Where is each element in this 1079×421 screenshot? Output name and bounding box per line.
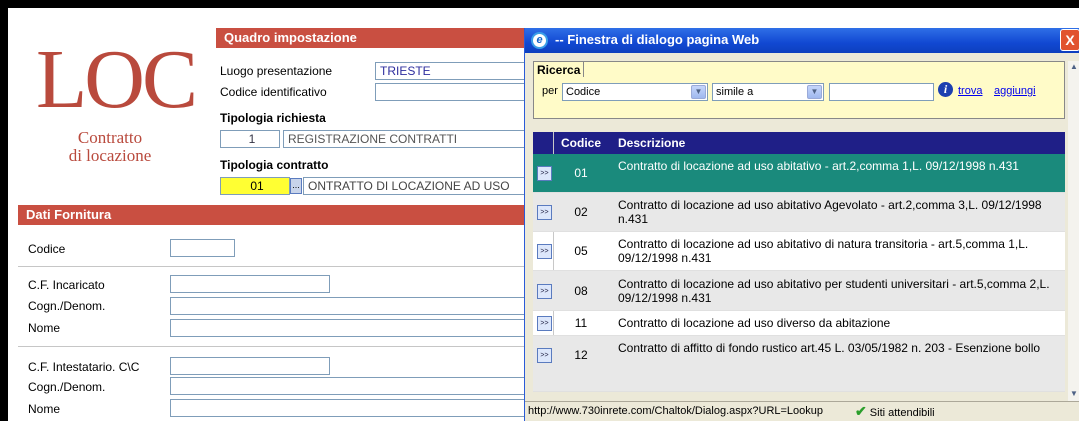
row-select-button[interactable]: >>	[537, 205, 552, 220]
luogo-label: Luogo presentazione	[220, 64, 333, 78]
row-description: Contratto di locazione ad uso diverso da…	[618, 316, 891, 330]
divider	[18, 266, 526, 267]
per-label: per	[542, 85, 558, 97]
column-header-codice: Codice	[561, 136, 602, 150]
chevron-down-icon: ▼	[807, 85, 822, 99]
dialog-titlebar[interactable]: e -- Finestra di dialogo pagina Web X	[525, 28, 1079, 53]
info-icon[interactable]: i	[938, 82, 953, 97]
table-row[interactable]: >> 05 Contratto di locazione ad uso abit…	[533, 232, 1065, 271]
dialog-title: -- Finestra di dialogo pagina Web	[555, 32, 760, 47]
row-code: 05	[574, 244, 588, 258]
cognome-incaricato-label: Cogn./Denom.	[28, 299, 106, 313]
field-select-value: Codice	[566, 86, 601, 98]
codice-label: Codice	[28, 242, 66, 256]
vertical-scrollbar[interactable]: ▲ ▼	[1068, 61, 1079, 401]
trusted-zone-label: Siti attendibili	[869, 407, 935, 419]
contratto-code-field[interactable]: 01	[220, 177, 290, 195]
cognome-intestatario-label: Cogn./Denom.	[28, 380, 106, 394]
logo-subtitle-line1: Contratto	[77, 128, 143, 147]
column-header-descrizione: Descrizione	[618, 136, 686, 150]
search-input[interactable]	[829, 83, 934, 101]
search-panel: Ricerca per Codice ▼ simile a ▼ i trova …	[533, 61, 1065, 119]
row-description: Contratto di locazione ad uso abitativo …	[618, 159, 1019, 173]
table-row[interactable]: >> 08 Contratto di locazione ad uso abit…	[533, 271, 1065, 311]
status-bar: http://www.730inrete.com/Chaltok/Dialog.…	[525, 401, 1079, 421]
table-row[interactable]: >> 02 Contratto di locazione ad uso abit…	[533, 193, 1065, 232]
ricerca-label: Ricerca	[533, 61, 585, 77]
table-header: Codice Descrizione	[533, 132, 1065, 154]
richiesta-desc-field: REGISTRAZIONE CONTRATTI	[283, 130, 526, 148]
nome-incaricato-field[interactable]	[170, 319, 526, 337]
cf-intestatario-label: C.F. Intestatario. C\C	[28, 360, 140, 374]
codice-identificativo-label: Codice identificativo	[220, 85, 327, 99]
trova-link[interactable]: trova	[958, 85, 982, 97]
row-select-button[interactable]: >>	[537, 244, 552, 259]
aggiungi-link[interactable]: aggiungi	[994, 85, 1036, 97]
cf-intestatario-field[interactable]	[170, 357, 330, 375]
fornitura-header: Dati Fornitura	[18, 205, 526, 225]
row-code: 02	[574, 205, 588, 219]
cf-incaricato-field[interactable]	[170, 275, 330, 293]
nome-intestatario-field[interactable]	[170, 399, 526, 417]
row-select-button[interactable]: >>	[537, 316, 552, 331]
chevron-down-icon: ▼	[691, 85, 706, 99]
tipologia-richiesta-label: Tipologia richiesta	[220, 111, 326, 125]
table-row[interactable]: >> 11 Contratto di locazione ad uso dive…	[533, 311, 1065, 336]
operator-select[interactable]: simile a ▼	[712, 83, 824, 101]
results-table: Codice Descrizione >> 01 Contratto di lo…	[533, 132, 1065, 392]
row-select-button[interactable]: >>	[537, 348, 552, 363]
luogo-field[interactable]: TRIESTE	[375, 62, 525, 80]
table-row[interactable]: >> 01 Contratto di locazione ad uso abit…	[533, 154, 1065, 193]
row-select-button[interactable]: >>	[537, 166, 552, 181]
trusted-zone: ✔ Siti attendibili	[855, 402, 935, 421]
richiesta-code-field[interactable]: 1	[220, 130, 280, 148]
nome-incaricato-label: Nome	[28, 321, 61, 335]
tipologia-contratto-label: Tipologia contratto	[220, 158, 329, 172]
row-code: 11	[574, 316, 588, 330]
divider	[18, 346, 526, 347]
row-description: Contratto di locazione ad uso abitativo …	[618, 237, 1029, 265]
scroll-up-icon[interactable]: ▲	[1068, 61, 1079, 73]
status-url: http://www.730inrete.com/Chaltok/Dialog.…	[528, 405, 824, 417]
row-code: 12	[574, 348, 588, 362]
table-row[interactable]: >> 12 Contratto di affitto di fondo rust…	[533, 336, 1065, 392]
cf-incaricato-label: C.F. Incaricato	[28, 278, 105, 292]
row-description: Contratto di affitto di fondo rustico ar…	[618, 341, 1041, 355]
row-description: Contratto di locazione ad uso abitativo …	[618, 277, 1050, 305]
row-description: Contratto di locazione ad uso abitativo …	[618, 198, 1042, 226]
row-code: 08	[574, 284, 588, 298]
logo-subtitle-line2: di locazione	[68, 146, 152, 165]
web-dialog: e -- Finestra di dialogo pagina Web X Ri…	[524, 28, 1079, 421]
row-select-button[interactable]: >>	[537, 284, 552, 299]
cognome-intestatario-field[interactable]	[170, 377, 526, 395]
field-select[interactable]: Codice ▼	[562, 83, 708, 101]
contratto-lookup-button[interactable]: ...	[290, 178, 302, 194]
codice-field[interactable]	[170, 239, 235, 257]
ie-icon: e	[531, 32, 548, 49]
close-button[interactable]: X	[1060, 29, 1079, 51]
main-window: LOC Contratto di locazione Quadro impost…	[8, 8, 1079, 421]
check-icon: ✔	[855, 403, 867, 419]
quadro-header: Quadro impostazione	[216, 28, 526, 48]
app-logo: LOC Contratto di locazione	[30, 30, 210, 200]
codice-identificativo-field[interactable]	[375, 83, 525, 101]
scroll-down-icon[interactable]: ▼	[1068, 388, 1079, 400]
cognome-incaricato-field[interactable]	[170, 297, 526, 315]
nome-intestatario-label: Nome	[28, 402, 61, 416]
row-code: 01	[574, 166, 588, 180]
operator-select-value: simile a	[716, 86, 754, 98]
contratto-desc-field: ONTRATTO DI LOCAZIONE AD USO	[303, 177, 526, 195]
logo-text: LOC	[36, 33, 198, 126]
